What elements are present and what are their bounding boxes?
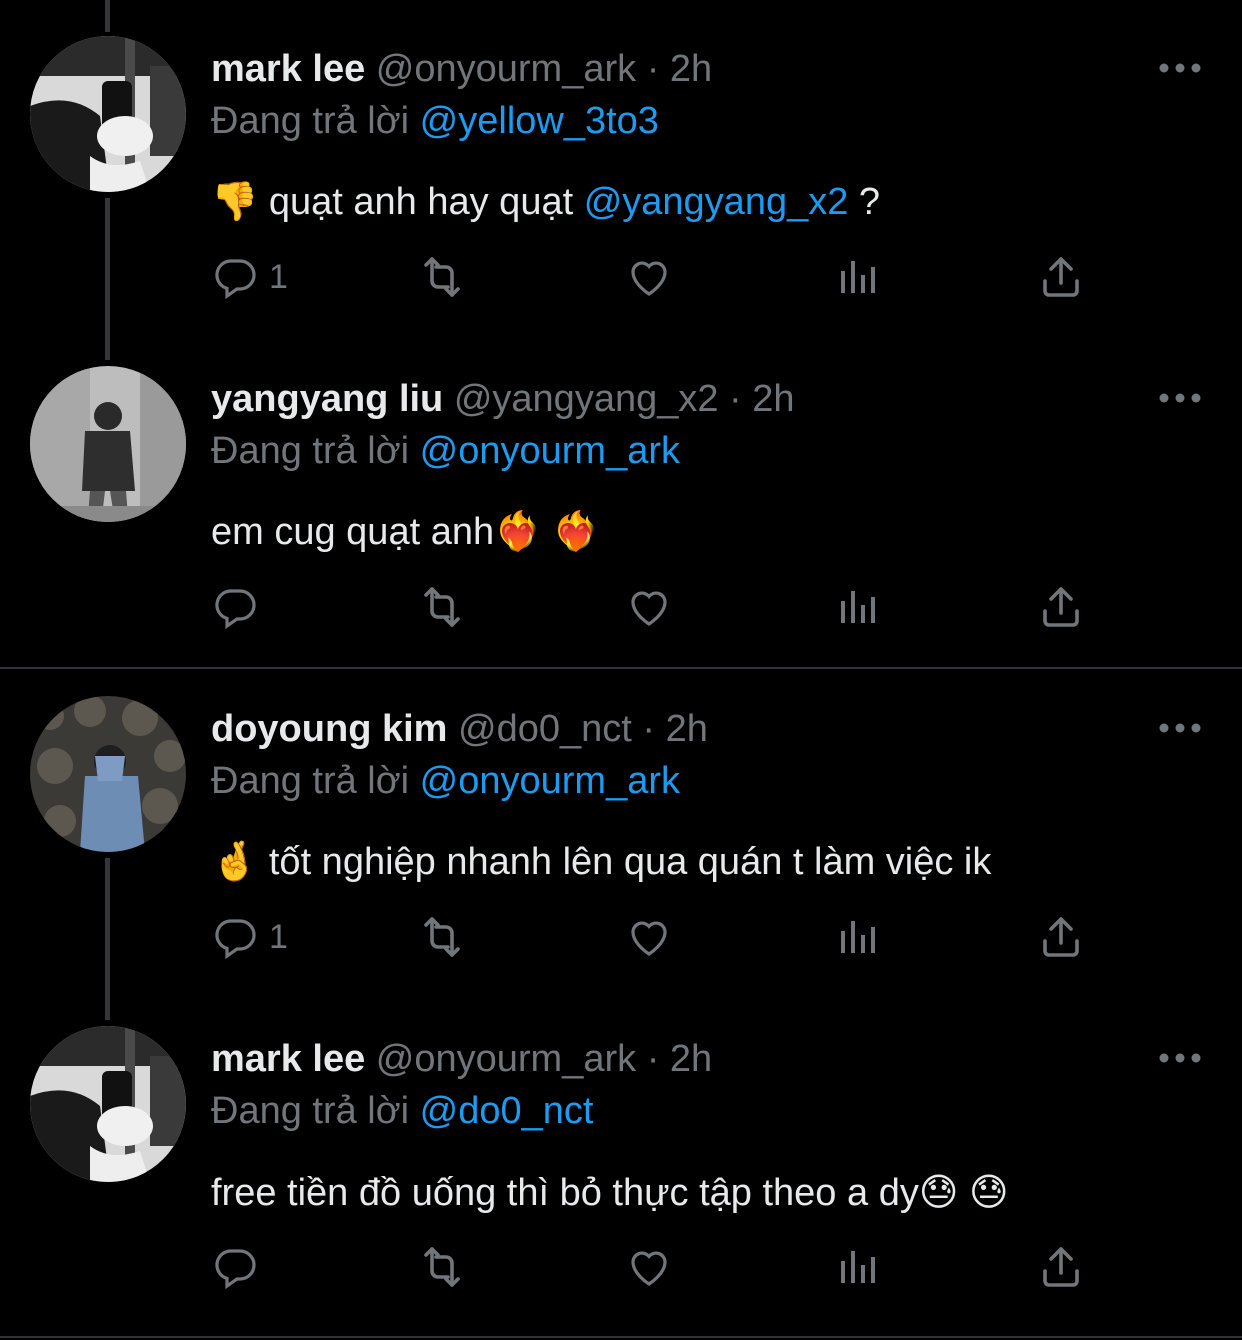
views-button[interactable]	[833, 582, 881, 632]
like-icon	[625, 1243, 673, 1291]
reply-mention[interactable]: @onyourm_ark	[420, 760, 680, 802]
more-icon[interactable]	[1158, 388, 1202, 408]
retweet-icon	[418, 1243, 466, 1291]
reply-button[interactable]: 1	[211, 912, 288, 962]
display-name[interactable]: mark lee	[211, 48, 365, 90]
share-button[interactable]	[1037, 582, 1085, 632]
share-icon	[1037, 1243, 1085, 1291]
views-icon	[833, 1243, 881, 1291]
avatar[interactable]	[30, 36, 186, 192]
replying-to: Đang trả lời @onyourm_ark	[211, 760, 680, 803]
tweet-text: 🤞 tốt nghiệp nhanh lên qua quán t làm vi…	[211, 841, 992, 883]
reply-button[interactable]	[211, 582, 269, 632]
share-icon	[1037, 583, 1085, 631]
reply-mention[interactable]: @onyourm_ark	[420, 430, 680, 472]
tweet-header: yangyang liu @yangyang_x2 · 2h	[211, 378, 795, 421]
handle-time: @onyourm_ark · 2h	[375, 1038, 713, 1080]
retweet-icon	[418, 913, 466, 961]
views-button[interactable]	[833, 1242, 881, 1292]
avatar[interactable]	[30, 1026, 186, 1182]
share-icon	[1037, 913, 1085, 961]
replying-to: Đang trả lời @onyourm_ark	[211, 430, 680, 473]
reply-icon	[211, 253, 259, 301]
retweet-button[interactable]	[418, 252, 466, 302]
like-button[interactable]	[625, 912, 673, 962]
views-icon	[833, 583, 881, 631]
retweet-button[interactable]	[418, 1242, 466, 1292]
action-bar: 1	[211, 912, 1111, 962]
like-button[interactable]	[625, 582, 673, 632]
replying-to: Đang trả lời @do0_nct	[211, 1090, 593, 1133]
handle-time: @onyourm_ark · 2h	[375, 48, 713, 90]
display-name[interactable]: yangyang liu	[211, 378, 443, 420]
tweet[interactable]: mark lee @onyourm_ark · 2h Đang trả lời …	[0, 36, 1242, 340]
display-name[interactable]: doyoung kim	[211, 708, 447, 750]
views-button[interactable]	[833, 912, 881, 962]
action-bar	[211, 1242, 1111, 1292]
retweet-icon	[418, 253, 466, 301]
share-button[interactable]	[1037, 252, 1085, 302]
views-icon	[833, 913, 881, 961]
reply-icon	[211, 1243, 259, 1291]
more-icon[interactable]	[1158, 718, 1202, 738]
reply-mention[interactable]: @yellow_3to3	[420, 100, 659, 142]
divider	[0, 1336, 1242, 1338]
handle-time: @yangyang_x2 · 2h	[453, 378, 795, 420]
emoji: 👎	[211, 181, 259, 223]
tweet-text: 👎 quạt anh hay quạt @yangyang_x2 ?	[211, 180, 880, 224]
reply-prefix: Đang trả lời	[211, 100, 410, 142]
reply-count: 1	[269, 917, 288, 956]
reply-icon	[211, 583, 259, 631]
reply-prefix: Đang trả lời	[211, 1090, 410, 1132]
more-icon[interactable]	[1158, 1048, 1202, 1068]
views-button[interactable]	[833, 252, 881, 302]
like-icon	[625, 583, 673, 631]
reply-button[interactable]	[211, 1242, 269, 1292]
retweet-button[interactable]	[418, 912, 466, 962]
tweet[interactable]: mark lee @onyourm_ark · 2h Đang trả lời …	[0, 1026, 1242, 1330]
share-button[interactable]	[1037, 1242, 1085, 1292]
reply-prefix: Đang trả lời	[211, 430, 410, 472]
more-icon[interactable]	[1158, 58, 1202, 78]
tweet[interactable]: doyoung kim @do0_nct · 2h Đang trả lời @…	[0, 696, 1242, 1000]
text-mention[interactable]: @yangyang_x2	[584, 181, 849, 223]
retweet-icon	[418, 583, 466, 631]
tweet-text: em cug quạt anh❤️‍🔥 ❤️‍🔥	[211, 511, 600, 553]
share-button[interactable]	[1037, 912, 1085, 962]
like-icon	[625, 253, 673, 301]
reply-prefix: Đang trả lời	[211, 760, 410, 802]
like-button[interactable]	[625, 1242, 673, 1292]
text-part: quạt anh hay quạt	[258, 181, 584, 223]
avatar[interactable]	[30, 696, 186, 852]
display-name[interactable]: mark lee	[211, 1038, 365, 1080]
views-icon	[833, 253, 881, 301]
reply-count: 1	[269, 257, 288, 296]
handle-time: @do0_nct · 2h	[458, 708, 708, 750]
tweet-header: mark lee @onyourm_ark · 2h	[211, 48, 712, 91]
like-button[interactable]	[625, 252, 673, 302]
tweet-header: doyoung kim @do0_nct · 2h	[211, 708, 708, 751]
reply-mention[interactable]: @do0_nct	[420, 1090, 594, 1132]
tweet-text: free tiền đồ uống thì bỏ thực tập theo a…	[211, 1172, 1009, 1214]
reply-button[interactable]: 1	[211, 252, 288, 302]
retweet-button[interactable]	[418, 582, 466, 632]
thread-line	[105, 0, 110, 32]
avatar[interactable]	[30, 366, 186, 522]
action-bar: 1	[211, 252, 1111, 302]
tweet-header: mark lee @onyourm_ark · 2h	[211, 1038, 712, 1081]
tweet[interactable]: yangyang liu @yangyang_x2 · 2h Đang trả …	[0, 366, 1242, 670]
replying-to: Đang trả lời @yellow_3to3	[211, 100, 659, 143]
reply-icon	[211, 913, 259, 961]
share-icon	[1037, 253, 1085, 301]
divider	[0, 667, 1242, 669]
text-part: ?	[848, 181, 881, 223]
action-bar	[211, 582, 1111, 632]
like-icon	[625, 913, 673, 961]
